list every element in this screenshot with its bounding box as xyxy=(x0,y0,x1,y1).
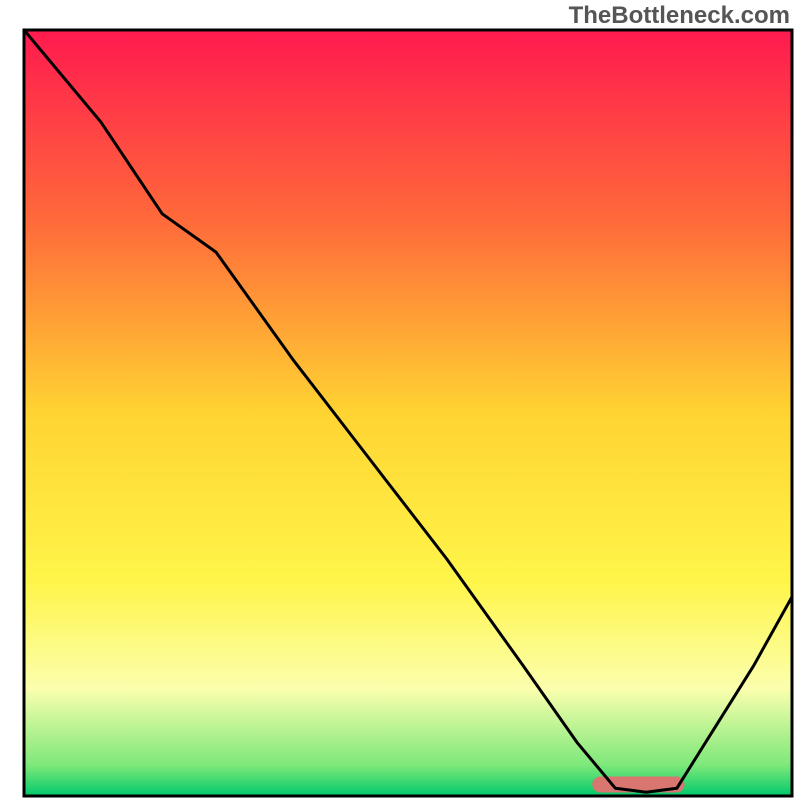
chart-background-gradient xyxy=(24,30,792,796)
bottleneck-chart xyxy=(0,0,800,800)
chart-container: TheBottleneck.com xyxy=(0,0,800,800)
